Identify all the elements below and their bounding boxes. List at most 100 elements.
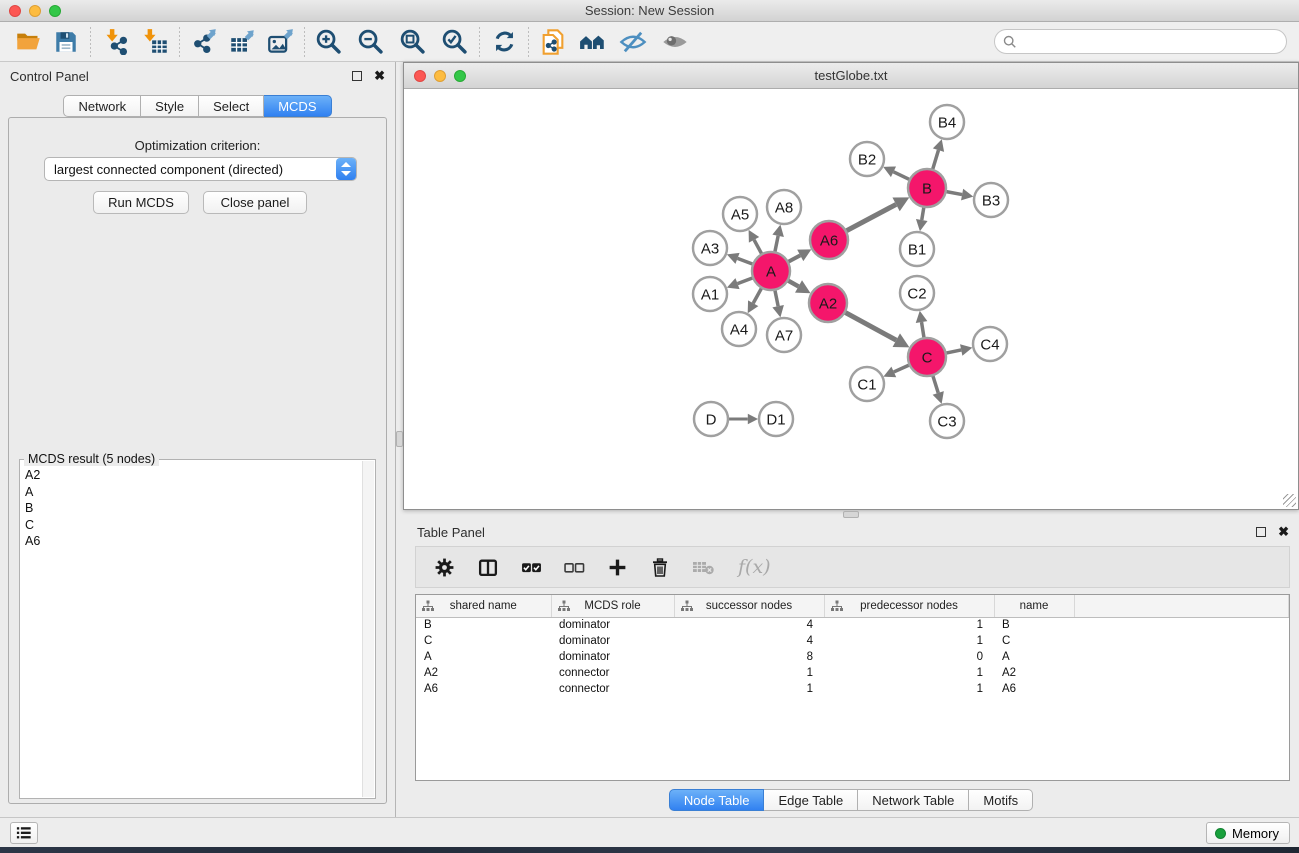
table-cell: A6 (994, 681, 1074, 697)
mcds-result-item[interactable]: A6 (25, 533, 358, 550)
export-network-icon (191, 28, 218, 55)
tab-style[interactable]: Style (141, 95, 199, 117)
export-table-icon (229, 28, 256, 55)
criterion-dropdown[interactable]: largest connected component (directed) (44, 157, 357, 181)
zoom-in-button[interactable] (313, 26, 345, 58)
network-graph[interactable]: B4B2BB3A8A5A6A3B1AC2A1A2A4A7C4CC1DD1C3 (405, 90, 1297, 508)
tab-motifs[interactable]: Motifs (969, 789, 1033, 811)
two-houses-icon (579, 28, 607, 55)
tab-select[interactable]: Select (199, 95, 264, 117)
import-table-button[interactable] (139, 26, 171, 58)
mcds-result-item[interactable]: A2 (25, 467, 358, 484)
export-image-button[interactable] (264, 26, 296, 58)
split-columns-button[interactable] (477, 557, 499, 578)
window-resize-grip[interactable] (1283, 494, 1296, 507)
vertical-splitter-handle[interactable] (396, 431, 403, 447)
app-title: Session: New Session (0, 3, 1299, 18)
mcds-result-list[interactable]: A2ABCA6 (21, 461, 362, 797)
open-session-button[interactable] (12, 26, 44, 58)
graph-node-label: A2 (819, 296, 837, 313)
control-panel-title: Control Panel (10, 69, 89, 84)
export-network-button[interactable] (188, 26, 220, 58)
delete-column-button[interactable] (650, 557, 670, 578)
close-panel-button[interactable]: Close panel (203, 191, 307, 214)
column-header-successor-nodes[interactable]: successor nodes (674, 595, 824, 617)
graph-node-label: A1 (701, 287, 719, 304)
table-row[interactable]: A6connector11A6 (416, 681, 1289, 697)
new-network-from-selection-button[interactable] (537, 26, 569, 58)
mcds-result-item[interactable]: B (25, 500, 358, 517)
table-settings-button[interactable] (434, 557, 455, 578)
refresh-button[interactable] (488, 26, 520, 58)
result-scrollbar[interactable] (362, 461, 374, 797)
graph-edge-A6-B[interactable] (844, 204, 896, 232)
float-table-panel-icon[interactable] (1256, 527, 1266, 537)
task-history-button[interactable] (10, 822, 38, 844)
gear-icon (434, 557, 455, 578)
status-bar: Memory (0, 817, 1299, 847)
table-cell-filler (1074, 617, 1289, 633)
graph-node-label: B (922, 181, 932, 198)
select-all-checkboxes-button[interactable] (521, 557, 542, 578)
first-neighbors-button[interactable] (577, 26, 609, 58)
tab-network[interactable]: Network (63, 95, 141, 117)
table-row[interactable]: Adominator80A (416, 649, 1289, 665)
graph-node-label: A5 (731, 207, 749, 224)
horizontal-splitter-handle[interactable] (843, 511, 859, 518)
column-header-name[interactable]: name (994, 595, 1074, 617)
graph-edge-A2-C[interactable] (843, 311, 896, 340)
table-row[interactable]: A2connector11A2 (416, 665, 1289, 681)
memory-button[interactable]: Memory (1206, 822, 1290, 844)
close-table-panel-icon[interactable]: ✖ (1278, 527, 1289, 537)
column-header-MCDS-role[interactable]: MCDS role (551, 595, 674, 617)
table-cell: 1 (824, 633, 994, 649)
deselect-all-checkboxes-button[interactable] (564, 557, 585, 578)
zoom-selected-button[interactable] (439, 26, 471, 58)
app-titlebar: Session: New Session (0, 0, 1299, 22)
node-table[interactable]: shared nameMCDS rolesuccessor nodesprede… (415, 594, 1290, 781)
table-body: Bdominator41BCdominator41CAdominator80AA… (416, 617, 1289, 697)
eye-slash-icon (619, 28, 647, 56)
close-panel-icon[interactable]: ✖ (374, 71, 385, 81)
export-table-button[interactable] (226, 26, 258, 58)
column-header-shared-name[interactable]: shared name (416, 595, 551, 617)
zoom-fit-button[interactable] (397, 26, 429, 58)
show-all-button[interactable] (659, 26, 691, 58)
zoom-out-button[interactable] (355, 26, 387, 58)
graph-node-label: B2 (858, 152, 876, 169)
table-panel-title: Table Panel (417, 525, 485, 540)
save-session-button[interactable] (50, 26, 82, 58)
network-canvas[interactable]: B4B2BB3A8A5A6A3B1AC2A1A2A4A7C4CC1DD1C3 (405, 90, 1297, 508)
table-cell: C (994, 633, 1074, 649)
tab-edge-table[interactable]: Edge Table (764, 789, 858, 811)
control-panel-header: Control Panel ✖ (0, 62, 395, 90)
float-panel-icon[interactable] (352, 71, 362, 81)
table-cell: dominator (551, 617, 674, 633)
tab-node-table[interactable]: Node Table (669, 789, 765, 811)
table-cell-filler (1074, 681, 1289, 697)
column-header-predecessor-nodes[interactable]: predecessor nodes (824, 595, 994, 617)
delete-table-button[interactable] (692, 557, 716, 577)
table-row[interactable]: Cdominator41C (416, 633, 1289, 649)
add-column-button[interactable] (607, 557, 628, 578)
search-input[interactable] (1022, 34, 1286, 49)
global-search (994, 29, 1287, 54)
table-cell-filler (1074, 633, 1289, 649)
table-row[interactable]: Bdominator41B (416, 617, 1289, 633)
function-builder-button[interactable]: f(x) (738, 556, 771, 578)
run-mcds-button[interactable]: Run MCDS (93, 191, 189, 214)
import-network-button[interactable] (99, 26, 131, 58)
dropdown-stepper-icon (336, 158, 356, 180)
graph-node-label: C4 (980, 337, 999, 354)
tab-network-table[interactable]: Network Table (858, 789, 969, 811)
refresh-icon (491, 28, 518, 55)
graph-edge-B-B4[interactable] (932, 150, 939, 172)
mcds-result-item[interactable]: C (25, 517, 358, 534)
hide-selected-button[interactable] (617, 26, 649, 58)
mcds-result-item[interactable]: A (25, 484, 358, 501)
table-cell: 1 (824, 681, 994, 697)
graph-node-label: C2 (907, 286, 926, 303)
tab-mcds[interactable]: MCDS (264, 95, 331, 117)
import-network-icon (102, 28, 129, 55)
save-floppy-icon (53, 29, 79, 55)
